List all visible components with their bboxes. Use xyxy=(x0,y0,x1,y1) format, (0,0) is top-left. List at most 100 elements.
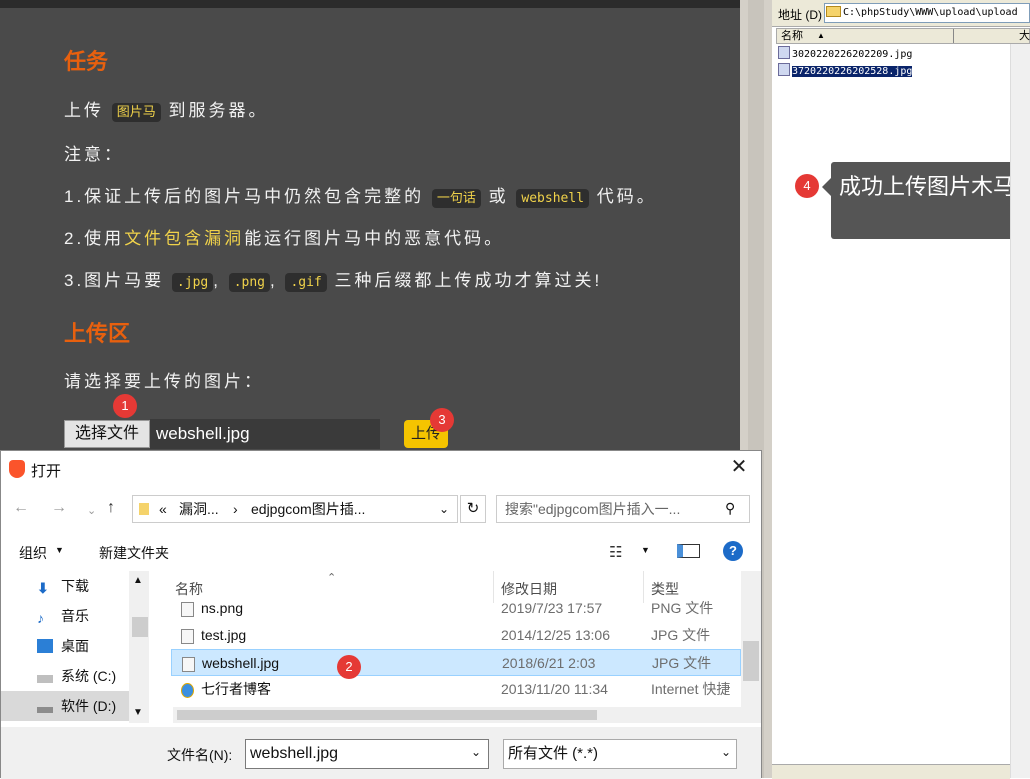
ext-gif: .gif xyxy=(285,273,327,292)
nav-item-downloads[interactable]: ⬇ 下载 xyxy=(37,571,89,601)
close-icon[interactable]: ✕ xyxy=(727,455,751,479)
dialog-title: 打开 xyxy=(31,463,62,480)
navigation-pane: ⬇ 下载 ♪ 音乐 桌面 系统 (C:) 软件 (D:) ▲ ▼ xyxy=(1,571,149,723)
page-top-strip xyxy=(0,0,740,8)
address-label: 地址 (D) xyxy=(778,8,822,22)
organize-dropdown-icon[interactable]: ▼ xyxy=(55,545,64,555)
filename-input[interactable]: webshell.jpg xyxy=(245,739,489,769)
address-bar: 地址 (D) C:\phpStudy\WWW\upload\upload xyxy=(772,0,1030,27)
nav-item-drive-d[interactable]: 软件 (D:) xyxy=(1,691,129,721)
chevron-down-icon[interactable]: ⌄ xyxy=(439,496,449,522)
nav-scrollbar[interactable] xyxy=(129,571,149,723)
search-icon[interactable]: ⚲ xyxy=(725,500,735,517)
download-icon: ⬇ xyxy=(37,580,49,596)
new-folder-button[interactable]: 新建文件夹 xyxy=(99,543,169,563)
choose-prompt: 请选择要上传的图片： xyxy=(64,372,264,391)
success-tooltip: 成功上传图片木马 xyxy=(831,162,1029,239)
col-separator xyxy=(953,29,954,43)
task-line-5: 3.图片马要 .jpg, .png, .gif 三种后缀都上传成功才算过关! xyxy=(64,271,603,292)
explorer-file-row-selected[interactable]: 3720220226202528.jpg 2 xyxy=(778,63,1024,78)
path-overflow: « xyxy=(159,501,167,517)
file-icon xyxy=(181,602,194,617)
nav-item-music[interactable]: ♪ 音乐 xyxy=(37,601,89,631)
file-explorer: 地址 (D) C:\phpStudy\WWW\upload\upload 名称 … xyxy=(772,0,1030,779)
task-line-3: 1.保证上传后的图片马中仍然包含完整的 一句话 或 webshell 代码。 xyxy=(64,187,657,208)
view-icon[interactable]: ☷ xyxy=(609,543,622,561)
step-badge-2: 2 xyxy=(337,655,361,679)
desktop-icon xyxy=(37,639,53,653)
nav-item-desktop[interactable]: 桌面 xyxy=(37,631,89,661)
file-row-selected[interactable]: webshell.jpg 2018/6/21 2:03 JPG 文件 xyxy=(171,649,741,676)
sort-up-icon: ⌃ xyxy=(327,572,337,584)
refresh-icon[interactable]: ↻ xyxy=(460,495,486,523)
ext-png: .png xyxy=(228,273,271,292)
up-icon[interactable]: ↑ xyxy=(107,499,115,517)
nav-scroll-thumb[interactable] xyxy=(132,617,148,637)
brave-icon xyxy=(9,460,25,478)
folder-icon xyxy=(139,503,149,515)
file-icon xyxy=(182,657,195,672)
upload-area-heading: 上传区 xyxy=(64,321,131,346)
address-input[interactable]: C:\phpStudy\WWW\upload\upload xyxy=(824,3,1030,23)
task-line-1: 上传 图片马 到服务器。 xyxy=(64,101,269,122)
tooltip-arrow xyxy=(822,178,831,196)
code-webshell: webshell xyxy=(516,189,590,208)
sort-up-icon: ▲ xyxy=(817,31,825,40)
file-row[interactable]: test.jpg 2014/12/25 13:06 JPG 文件 xyxy=(171,622,741,649)
file-icon xyxy=(778,63,790,76)
path-segment-2[interactable]: edjpgcom图片插... xyxy=(251,496,365,522)
scroll-up-icon[interactable]: ▲ xyxy=(133,575,143,586)
choose-file-button[interactable]: 选择文件 xyxy=(64,420,150,448)
file-row[interactable]: ns.png 2019/7/23 17:57 PNG 文件 xyxy=(171,595,741,622)
drive-icon xyxy=(37,707,53,713)
file-row[interactable]: 七行者博客 2013/11/20 11:34 Internet 快捷 xyxy=(171,676,741,703)
explorer-file-row[interactable]: 3020220226202209.jpg 2 xyxy=(778,46,1024,61)
recent-chevron-icon[interactable]: ⌄ xyxy=(87,504,96,517)
col-size-header[interactable]: 大 xyxy=(1019,29,1030,43)
file-list-scroll-thumb[interactable] xyxy=(743,641,759,681)
preview-pane-icon[interactable] xyxy=(677,544,700,558)
horizontal-scroll-thumb[interactable] xyxy=(177,710,597,720)
file-icon xyxy=(778,46,790,59)
help-icon[interactable]: ? xyxy=(723,541,743,561)
file-include-vuln-text: 文件包含漏洞 xyxy=(124,229,245,248)
folder-icon xyxy=(826,6,841,17)
internet-shortcut-icon xyxy=(181,683,194,698)
back-icon[interactable]: ← xyxy=(13,499,29,517)
scroll-down-icon[interactable]: ▼ xyxy=(133,707,143,718)
explorer-horizontal-scrollbar[interactable] xyxy=(772,764,1010,779)
drive-icon xyxy=(37,675,53,683)
organize-button[interactable]: 组织 xyxy=(19,543,47,563)
file-type-dropdown-icon[interactable]: ⌄ xyxy=(721,745,731,759)
path-segment-1[interactable]: 漏洞... xyxy=(179,496,219,522)
step-badge-1: 1 xyxy=(113,394,137,418)
nav-item-drive-c[interactable]: 系统 (C:) xyxy=(37,661,116,691)
file-name: 3020220226202209.jpg xyxy=(792,49,913,60)
forward-icon[interactable]: → xyxy=(51,499,67,517)
code-image-horse: 图片马 xyxy=(111,103,161,122)
explorer-column-header: 名称 ▲ 大 xyxy=(776,28,1030,44)
open-file-dialog: 打开 ✕ ← → ⌄ ↑ « 漏洞... › edjpgcom图片插... ⌄ … xyxy=(0,450,762,779)
task-heading: 任务 xyxy=(64,49,109,74)
search-input[interactable]: 搜索"edjpgcom图片插入一... xyxy=(496,495,750,523)
file-list: ⌃ 名称 修改日期 类型 ns.png 2019/7/23 17:57 PNG 文件… xyxy=(149,571,761,723)
explorer-vertical-scrollbar[interactable] xyxy=(1010,44,1030,778)
task-line-4: 2.使用文件包含漏洞能运行图片马中的恶意代码。 xyxy=(64,229,505,248)
file-icon xyxy=(181,629,194,644)
code-one-liner: 一句话 xyxy=(431,189,481,208)
filename-label: 文件名(N): xyxy=(167,747,233,763)
filename-dropdown-icon[interactable]: ⌄ xyxy=(471,745,481,759)
chosen-file-name: webshell.jpg xyxy=(150,419,380,449)
upload-lab-page: 任务 上传 图片马 到服务器。 注意： 1.保证上传后的图片马中仍然包含完整的 … xyxy=(0,0,740,460)
music-icon: ♪ xyxy=(37,610,44,626)
col-name-header[interactable]: 名称 xyxy=(781,29,803,43)
note-label: 注意： xyxy=(64,145,124,164)
path-breadcrumb[interactable]: « 漏洞... › edjpgcom图片插... ⌄ xyxy=(132,495,458,523)
file-type-select[interactable]: 所有文件 (*.*) xyxy=(503,739,737,769)
file-name: 3720220226202528.jpg xyxy=(792,66,913,77)
path-chevron-icon[interactable]: › xyxy=(233,496,238,522)
view-dropdown-icon[interactable]: ▼ xyxy=(641,545,650,555)
ext-jpg: .jpg xyxy=(171,273,214,292)
step-badge-3: 3 xyxy=(430,408,454,432)
step-badge-4: 4 xyxy=(795,174,819,198)
